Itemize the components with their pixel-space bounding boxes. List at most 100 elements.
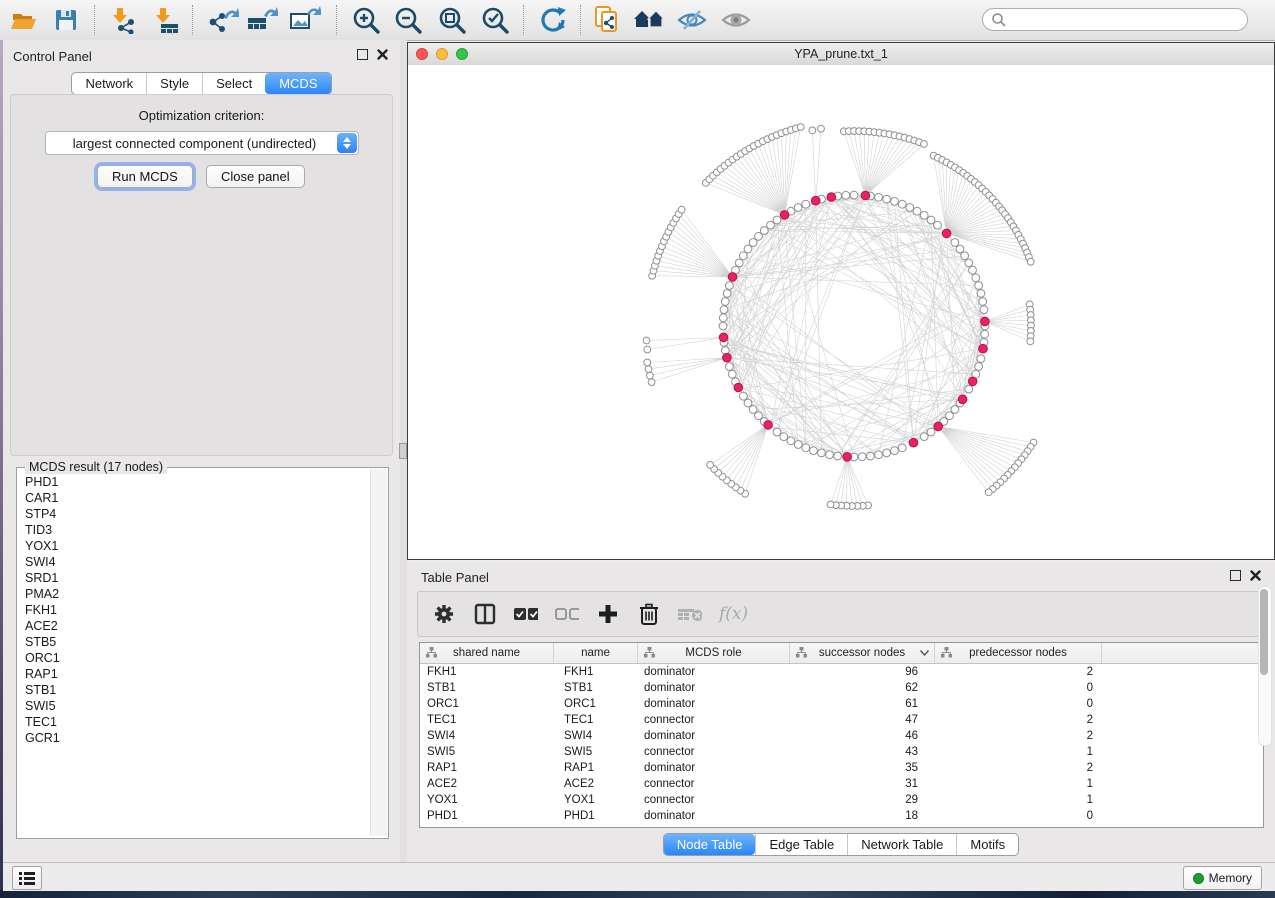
network-node[interactable] [720, 306, 728, 314]
mcds-result-item[interactable]: ORC1 [18, 650, 370, 666]
network-node[interactable] [780, 433, 788, 441]
network-node[interactable] [818, 125, 825, 132]
mcds-result-item[interactable]: SWI4 [18, 554, 370, 570]
network-node[interactable] [810, 447, 818, 455]
mcds-result-item[interactable]: STB1 [18, 682, 370, 698]
network-node[interactable] [969, 266, 977, 274]
network-node[interactable] [891, 447, 899, 455]
export-table-icon[interactable] [244, 2, 280, 38]
network-node[interactable] [767, 221, 775, 229]
task-history-button[interactable] [12, 866, 42, 890]
network-node[interactable] [979, 298, 987, 306]
network-node[interactable] [818, 449, 826, 457]
split-panel-icon[interactable] [473, 602, 497, 626]
network-node[interactable] [773, 428, 781, 436]
network-node[interactable] [787, 437, 795, 445]
network-node[interactable] [898, 444, 906, 452]
network-node[interactable] [977, 290, 985, 298]
tab-select[interactable]: Select [202, 73, 265, 94]
mcds-result-item[interactable]: TEC1 [18, 714, 370, 730]
zoom-fit-icon[interactable] [434, 2, 470, 38]
network-node[interactable] [975, 363, 983, 371]
tab-network[interactable]: Network [72, 73, 146, 94]
mcds-hub-node[interactable] [719, 333, 728, 342]
open-file-icon[interactable] [6, 2, 42, 38]
network-node[interactable] [977, 355, 985, 363]
import-table-icon[interactable] [148, 2, 184, 38]
mcds-result-list[interactable]: PHD1CAR1STP4TID3YOX1SWI4SRD1PMA2FKH1ACE2… [18, 474, 370, 836]
mcds-result-item[interactable]: GCR1 [18, 730, 370, 746]
network-node[interactable] [735, 259, 743, 267]
mcds-hub-node[interactable] [728, 273, 737, 282]
network-node[interactable] [749, 406, 757, 414]
search-input[interactable] [1007, 12, 1247, 28]
network-node[interactable] [985, 489, 992, 496]
mcds-hub-node[interactable] [979, 344, 988, 353]
network-node[interactable] [726, 282, 734, 290]
tab-motifs[interactable]: Motifs [956, 834, 1018, 855]
network-node[interactable] [891, 198, 899, 206]
network-node[interactable] [834, 452, 842, 460]
browser-home-icon[interactable] [632, 2, 668, 38]
mcds-result-item[interactable]: FKH1 [18, 602, 370, 618]
add-column-icon[interactable] [596, 602, 620, 626]
export-image-icon[interactable] [287, 2, 323, 38]
mcds-hub-node[interactable] [843, 453, 852, 462]
column-header-MCDS-role[interactable]: MCDS role [638, 643, 790, 663]
run-mcds-button[interactable]: Run MCDS [97, 165, 193, 188]
network-node[interactable] [719, 314, 727, 322]
network-node[interactable] [842, 191, 850, 199]
table-scrollbar[interactable] [1258, 586, 1272, 746]
delete-table-icon[interactable] [678, 602, 702, 626]
network-node[interactable] [723, 290, 731, 298]
tab-mcds[interactable]: MCDS [265, 73, 330, 94]
mcds-hub-node[interactable] [764, 421, 773, 430]
close-panel-icon[interactable] [377, 49, 388, 60]
network-node[interactable] [975, 282, 983, 290]
mcds-result-item[interactable]: STB5 [18, 634, 370, 650]
mcds-result-item[interactable]: SRD1 [18, 570, 370, 586]
network-node[interactable] [927, 428, 935, 436]
network-node[interactable] [744, 245, 752, 253]
mcds-result-item[interactable]: CAR1 [18, 490, 370, 506]
settings-gear-icon[interactable] [432, 602, 456, 626]
network-node[interactable] [1027, 258, 1034, 265]
search-field[interactable] [982, 8, 1248, 31]
mcds-hub-node[interactable] [811, 196, 820, 205]
tab-style[interactable]: Style [146, 73, 202, 94]
table-row[interactable]: PHD1PHD1dominator180 [420, 808, 1263, 824]
deselect-all-columns-icon[interactable] [555, 602, 579, 626]
mcds-hub-node[interactable] [827, 193, 836, 202]
mcds-result-item[interactable]: TID3 [18, 522, 370, 538]
network-node[interactable] [797, 124, 804, 131]
mcds-hub-node[interactable] [909, 438, 918, 447]
network-node[interactable] [809, 127, 816, 134]
zoom-out-icon[interactable] [390, 2, 426, 38]
mcds-result-item[interactable]: RAP1 [18, 666, 370, 682]
network-node[interactable] [645, 366, 652, 373]
network-node[interactable] [898, 200, 906, 208]
network-node[interactable] [802, 444, 810, 452]
network-node[interactable] [956, 245, 964, 253]
column-header-predecessor-nodes[interactable]: predecessor nodes [935, 643, 1102, 663]
column-header-name[interactable]: name [554, 643, 638, 663]
network-node[interactable] [728, 370, 736, 378]
table-row[interactable]: TEC1TEC1connector472 [420, 712, 1263, 728]
hide-selected-eye-slash-icon[interactable] [674, 2, 710, 38]
network-node[interactable] [726, 363, 734, 371]
table-row[interactable]: SWI5SWI5connector431 [420, 744, 1263, 760]
network-node[interactable] [648, 379, 655, 386]
network-node[interactable] [678, 206, 685, 213]
new-network-icon[interactable] [590, 2, 626, 38]
mcds-hub-node[interactable] [723, 353, 732, 362]
show-all-eye-icon[interactable] [718, 2, 754, 38]
network-node[interactable] [721, 298, 729, 306]
network-node[interactable] [920, 433, 928, 441]
close-panel-button[interactable]: Close panel [206, 165, 305, 188]
import-network-icon[interactable] [105, 2, 141, 38]
select-all-columns-icon[interactable] [514, 602, 538, 626]
network-node[interactable] [850, 191, 858, 199]
network-node[interactable] [744, 399, 752, 407]
tab-node-table[interactable]: Node Table [664, 834, 756, 855]
mcds-result-item[interactable]: SWI5 [18, 698, 370, 714]
